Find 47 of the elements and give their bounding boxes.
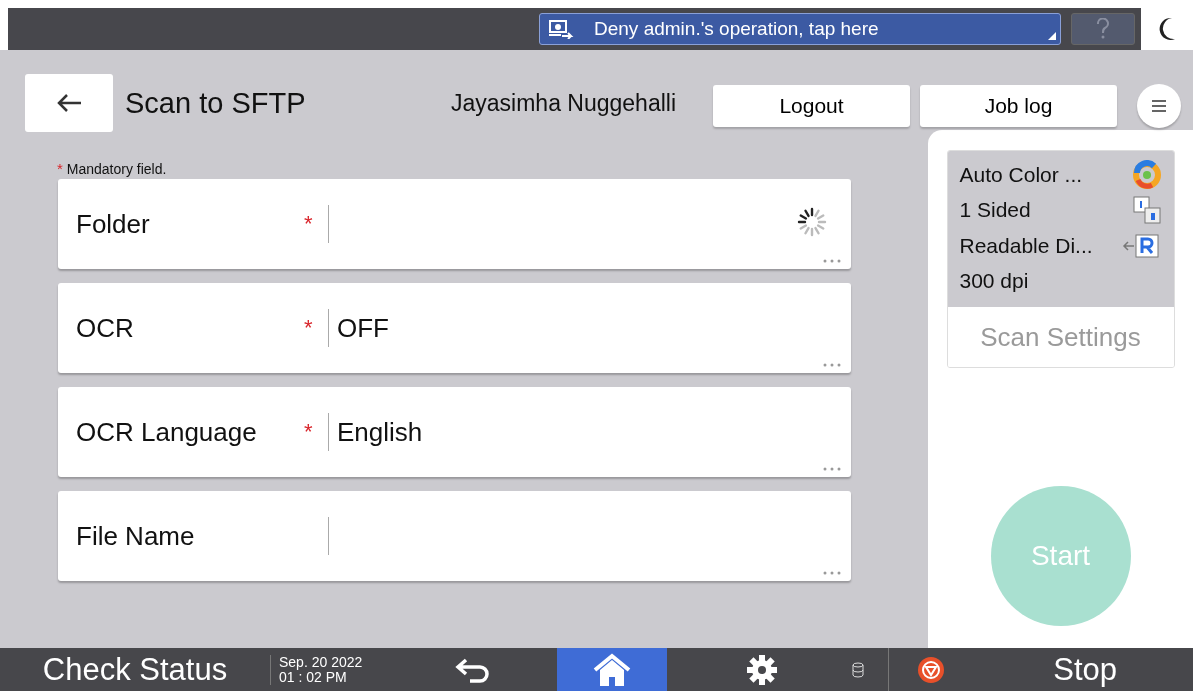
required-mark: * [304,211,313,236]
menu-button[interactable] [1137,84,1181,128]
form-field[interactable]: OCR * OFF [58,283,851,373]
screen-title: Scan to SFTP [125,86,307,120]
storage-icon [852,661,864,678]
stop-icon [917,655,945,684]
notice-banner[interactable]: Deny admin.'s operation, tap here [539,13,1061,45]
stop-button[interactable]: Stop [888,648,1193,691]
moon-icon [1158,17,1176,41]
required-mark: * [304,419,313,444]
setting-text: 1 Sided [959,198,1031,223]
field-label: Folder [76,208,151,240]
date-text: Sep. 20 2022 [279,654,364,670]
more-dots-icon [823,363,841,367]
time-text: 01 : 02 PM [279,669,348,685]
home-icon [592,652,632,687]
color-swirl-icon [1131,159,1162,190]
home-button[interactable] [557,648,667,691]
notice-text: Deny admin.'s operation, tap here [594,18,879,40]
setting-text: Readable Di... [959,233,1093,258]
field-label: OCR Language [76,416,258,448]
remote-screen-icon [548,19,574,39]
form-field[interactable]: File Name [58,491,851,581]
form-field[interactable]: OCR Language * English [58,387,851,477]
required-mark: * [304,315,313,340]
corner-mark-icon [1048,32,1056,40]
setting-text: 300 dpi [959,269,1029,294]
field-value: OFF [337,312,389,344]
job-log-button[interactable]: Job log [920,85,1117,127]
field-value: English [337,416,423,448]
field-label: OCR [76,312,135,344]
field-label: File Name [76,520,196,552]
check-status-button[interactable]: Check Status [0,648,270,691]
setting-text: Auto Color ... [959,162,1083,187]
menu-icon [1151,99,1167,113]
user-name: Jayasimha Nuggehalli [451,89,676,117]
form-field[interactable]: Folder * [58,179,851,269]
logout-button[interactable]: Logout [713,85,910,127]
back-arrow-icon [56,93,82,113]
more-dots-icon [823,259,841,263]
one-sided-icon [1131,195,1162,226]
more-dots-icon [823,571,841,575]
mandatory-note: * Mandatory field. [57,160,168,177]
question-icon [1096,18,1110,40]
more-dots-icon [823,467,841,471]
readable-direction-icon [1121,231,1162,260]
gear-icon [745,652,779,687]
